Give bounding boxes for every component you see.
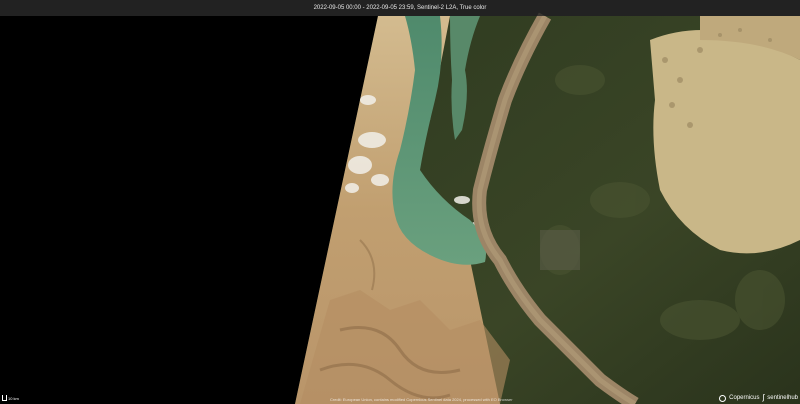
image-title: 2022-09-05 00:00 - 2022-09-05 23:59, Sen… [313, 5, 487, 11]
copernicus-logo-label: Copernicus [729, 395, 760, 401]
scale-bar-graphic [2, 395, 7, 401]
satellite-image[interactable] [0, 0, 800, 404]
attribution-text[interactable]: Credit: European Union, contains modifie… [330, 397, 513, 402]
image-title-bar: 2022-09-05 00:00 - 2022-09-05 23:59, Sen… [0, 0, 800, 16]
provider-logos: Copernicus ʃ sentinelhub [719, 394, 798, 402]
sentinelhub-logo-icon: ʃ [762, 393, 765, 402]
scale-bar-label: 10 km [8, 396, 19, 401]
sentinelhub-logo-label: sentinelhub [767, 395, 798, 401]
copernicus-logo-icon [719, 394, 727, 402]
satellite-map-viewer[interactable]: 2022-09-05 00:00 - 2022-09-05 23:59, Sen… [0, 0, 800, 404]
scale-bar: 10 km [2, 391, 19, 401]
